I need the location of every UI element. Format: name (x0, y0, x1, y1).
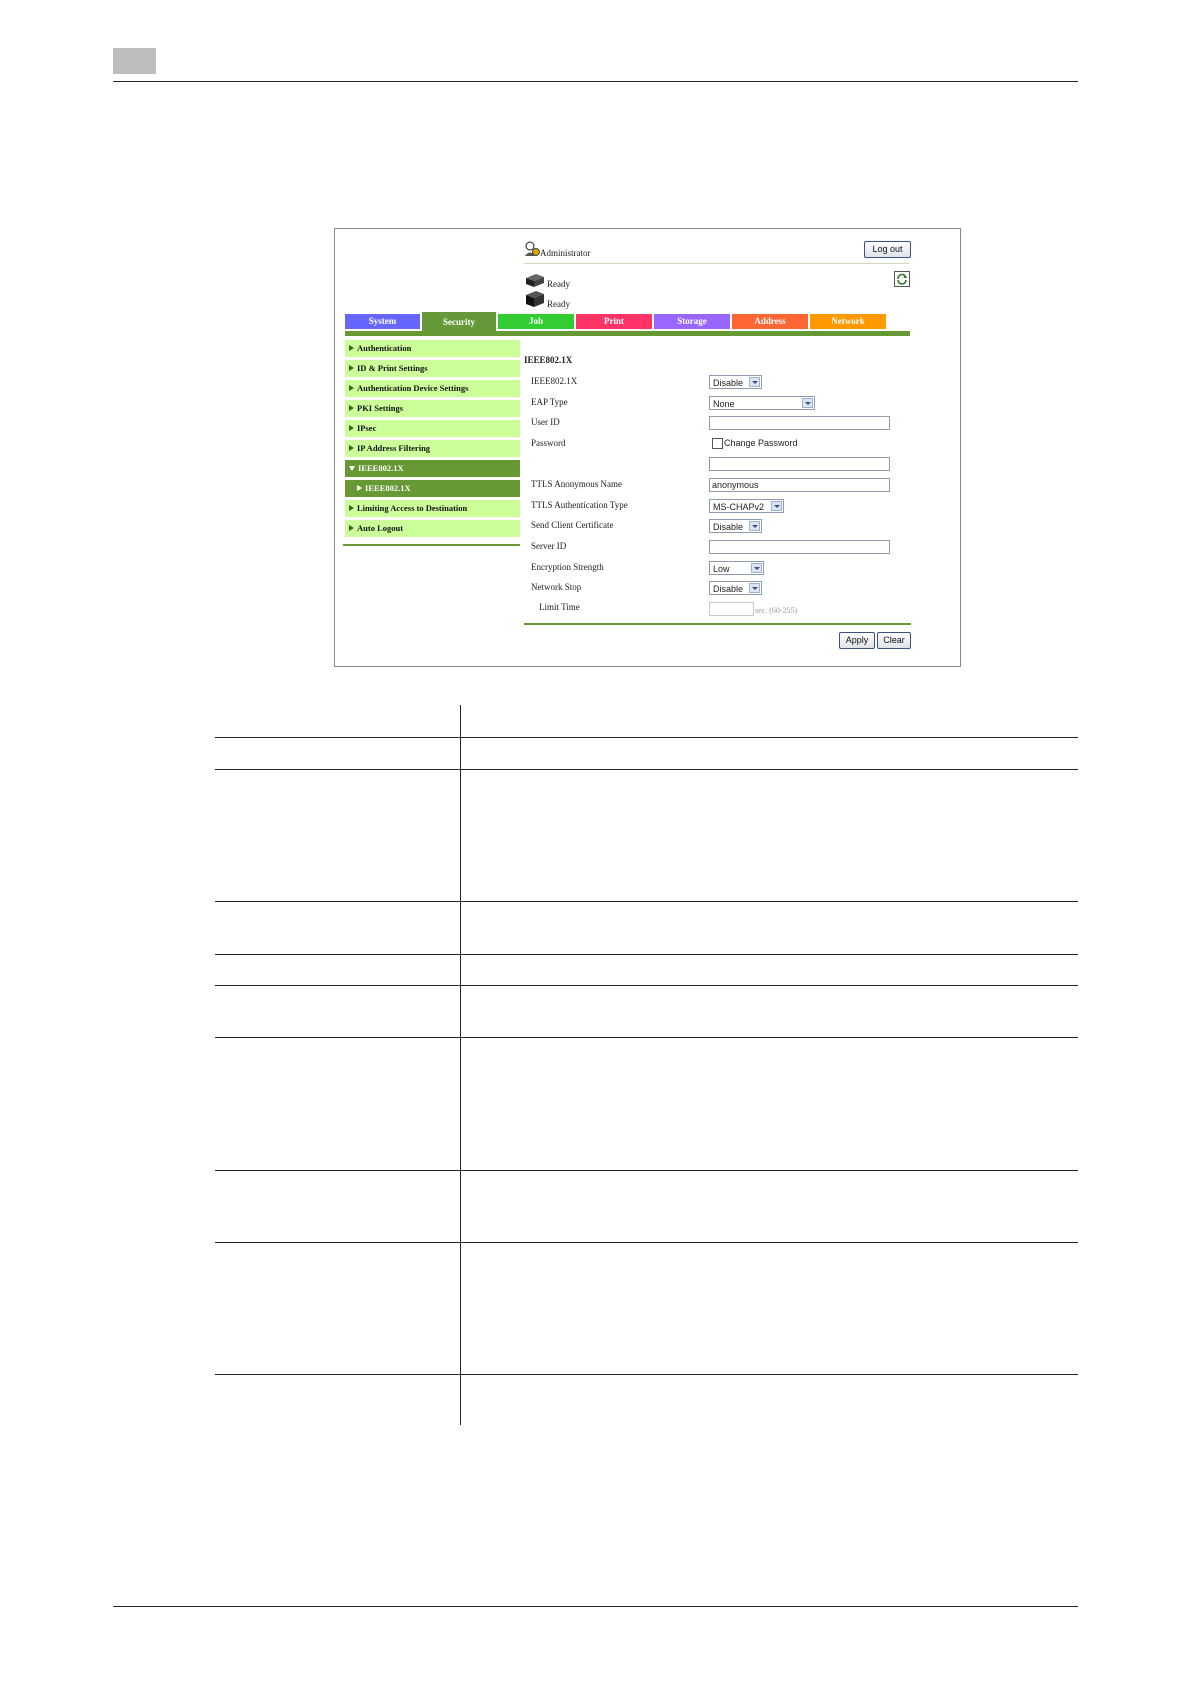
change-password-label: Change Password (724, 438, 798, 448)
ttls-auth-type-label: TTLS Authentication Type (531, 500, 628, 510)
ieee-select[interactable]: Disable (709, 375, 762, 389)
change-password-checkbox[interactable] (712, 438, 723, 449)
table-row-rule (215, 1374, 1078, 1375)
table-row-rule (215, 1170, 1078, 1171)
table-row-rule (215, 769, 1078, 770)
password-input[interactable] (709, 457, 890, 471)
chevron-down-icon (749, 583, 760, 593)
sidebar-item-ip-address-filtering[interactable]: IP Address Filtering (345, 440, 520, 457)
header-rule (113, 81, 1078, 82)
tab-bar-underline (345, 331, 910, 336)
table-row-rule (215, 1037, 1078, 1038)
tab-network[interactable]: Network (810, 314, 886, 329)
administrator-label: Administrator (540, 248, 591, 258)
ttls-anonymous-name-label: TTLS Anonymous Name (531, 479, 622, 489)
send-client-certificate-label: Send Client Certificate (531, 520, 614, 530)
printer-status-2: Ready (547, 299, 570, 309)
sidebar-item-ipsec[interactable]: IPsec (345, 420, 520, 437)
password-label: Password (531, 438, 566, 448)
limit-time-label: Limit Time (539, 602, 580, 612)
ieee-label: IEEE802.1X (531, 376, 578, 386)
server-id-label: Server ID (531, 541, 567, 551)
table-column-divider (460, 705, 461, 1425)
limit-time-unit: sec. (60-255) (755, 606, 798, 615)
table-row-rule (215, 1242, 1078, 1243)
refresh-icon[interactable] (894, 271, 910, 287)
tab-security[interactable]: Security (422, 312, 496, 332)
server-id-input[interactable] (709, 540, 890, 554)
sidebar-item-auto-logout[interactable]: Auto Logout (345, 520, 520, 537)
tab-system[interactable]: System (345, 314, 420, 329)
user-id-input[interactable] (709, 416, 890, 430)
tab-address[interactable]: Address (732, 314, 808, 329)
table-row-rule (215, 737, 1078, 738)
administrator-icon (525, 241, 540, 256)
ttls-anonymous-name-input[interactable]: anonymous (709, 478, 890, 492)
chevron-down-icon (751, 563, 762, 573)
eap-type-label: EAP Type (531, 397, 568, 407)
limit-time-input[interactable] (709, 602, 754, 616)
settings-table (215, 705, 1078, 1425)
sidebar-item-auth-device-settings[interactable]: Authentication Device Settings (345, 380, 520, 397)
tab-storage[interactable]: Storage (654, 314, 730, 329)
table-row-rule (215, 985, 1078, 986)
apply-button[interactable]: Apply (839, 632, 875, 649)
sidebar-bottom-rule (343, 544, 520, 546)
encryption-strength-label: Encryption Strength (531, 562, 604, 572)
scanner-icon (526, 291, 544, 307)
table-row-rule (215, 954, 1078, 955)
sidebar-item-pki-settings[interactable]: PKI Settings (345, 400, 520, 417)
header-block (113, 48, 156, 74)
ttls-auth-type-select[interactable]: MS-CHAPv2 (709, 499, 784, 513)
network-stop-select[interactable]: Disable (709, 581, 762, 595)
sidebar-item-id-print-settings[interactable]: ID & Print Settings (345, 360, 520, 377)
form-title: IEEE802.1X (524, 355, 573, 365)
sidebar-item-ieee8021x[interactable]: IEEE802.1X (345, 460, 520, 477)
form-bottom-rule (524, 623, 911, 625)
admin-divider (524, 263, 909, 264)
clear-button[interactable]: Clear (877, 632, 911, 649)
send-client-certificate-select[interactable]: Disable (709, 519, 762, 533)
network-stop-label: Network Stop (531, 582, 582, 592)
footer-rule (113, 1606, 1078, 1607)
user-id-label: User ID (531, 417, 560, 427)
encryption-strength-select[interactable]: Low (709, 561, 764, 575)
sidebar-subitem-ieee8021x[interactable]: IEEE802.1X (345, 480, 520, 497)
eap-type-select[interactable]: None (709, 396, 815, 410)
printer-status-1: Ready (547, 279, 570, 289)
sidebar-item-authentication[interactable]: Authentication (345, 340, 520, 357)
printer-icon (526, 274, 544, 287)
tab-print[interactable]: Print (576, 314, 652, 329)
chevron-down-icon (771, 501, 782, 511)
table-row-rule (215, 901, 1078, 902)
tab-job[interactable]: Job (498, 314, 574, 329)
web-ui-screenshot: Administrator Log out Ready Ready System… (334, 228, 961, 667)
sidebar-item-limiting-access[interactable]: Limiting Access to Destination (345, 500, 520, 517)
chevron-down-icon (749, 521, 760, 531)
logout-button[interactable]: Log out (864, 241, 911, 258)
chevron-down-icon (802, 398, 813, 408)
chevron-down-icon (749, 377, 760, 387)
